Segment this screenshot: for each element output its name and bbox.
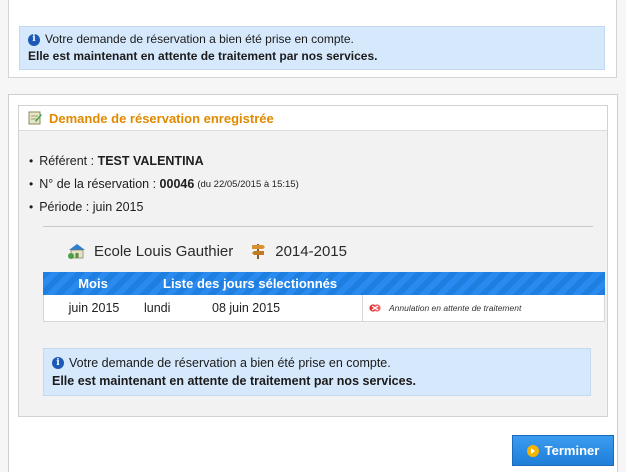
card-header: Demande de réservation enregistrée [19, 106, 607, 131]
periode-value: juin 2015 [92, 200, 144, 214]
school-year: 2014-2015 [275, 242, 347, 260]
reservation-details: • Référent : TEST VALENTINA • N° de la r… [29, 150, 299, 219]
reservation-card: Demande de réservation enregistrée • Réf… [18, 105, 608, 417]
info-text-line2: Elle est maintenant en attente de traite… [28, 49, 378, 63]
header-mois: Mois [78, 276, 108, 291]
info-text-line2: Elle est maintenant en attente de traite… [52, 374, 417, 388]
cell-status: Annulation en attente de traitement [362, 295, 604, 321]
info-icon: i [28, 33, 40, 46]
school-name: Ecole Louis Gauthier [94, 242, 234, 260]
table-header: Mois Liste des jours sélectionnés [43, 272, 605, 295]
periode-item: • Période : juin 2015 [29, 196, 299, 219]
divider [43, 226, 593, 227]
school-icon [68, 244, 85, 259]
info-icon: i [52, 357, 64, 369]
info-message-top: i Votre demande de réservation a bien ét… [19, 26, 605, 70]
top-panel: i Votre demande de réservation a bien ét… [8, 0, 617, 78]
school-row: Ecole Louis Gauthier 2014-2015 [67, 242, 347, 260]
arrow-right-icon [526, 444, 539, 457]
info-message-bottom: i Votre demande de réservation a bien ét… [43, 348, 591, 396]
table-row: juin 2015 lundi 08 juin 2015 Annulation … [43, 295, 605, 322]
cell-month: juin 2015 [68, 301, 120, 315]
status-text: Annulation en attente de traitement [389, 303, 522, 313]
reservation-date: (du 22/05/2015 à 15:15) [197, 179, 299, 190]
reservation-number: 00046 [159, 177, 195, 191]
cancel-icon [369, 304, 381, 312]
cell-day: lundi [144, 301, 171, 315]
card-title: Demande de réservation enregistrée [49, 110, 274, 126]
terminer-label: Terminer [544, 443, 600, 458]
header-jours: Liste des jours sélectionnés [163, 276, 338, 291]
signpost-icon [252, 244, 266, 259]
cell-date: 08 juin 2015 [212, 301, 281, 315]
terminer-button[interactable]: Terminer [512, 435, 614, 466]
days-table: Mois Liste des jours sélectionnés juin 2… [43, 272, 605, 322]
referent-value: TEST VALENTINA [97, 154, 204, 168]
note-icon [28, 111, 42, 125]
info-text-line1: Votre demande de réservation a bien été … [45, 32, 354, 46]
info-text-line1: Votre demande de réservation a bien été … [69, 356, 391, 370]
referent-item: • Référent : TEST VALENTINA [29, 150, 299, 173]
reservation-number-item: • N° de la réservation : 00046 (du 22/05… [29, 173, 299, 196]
